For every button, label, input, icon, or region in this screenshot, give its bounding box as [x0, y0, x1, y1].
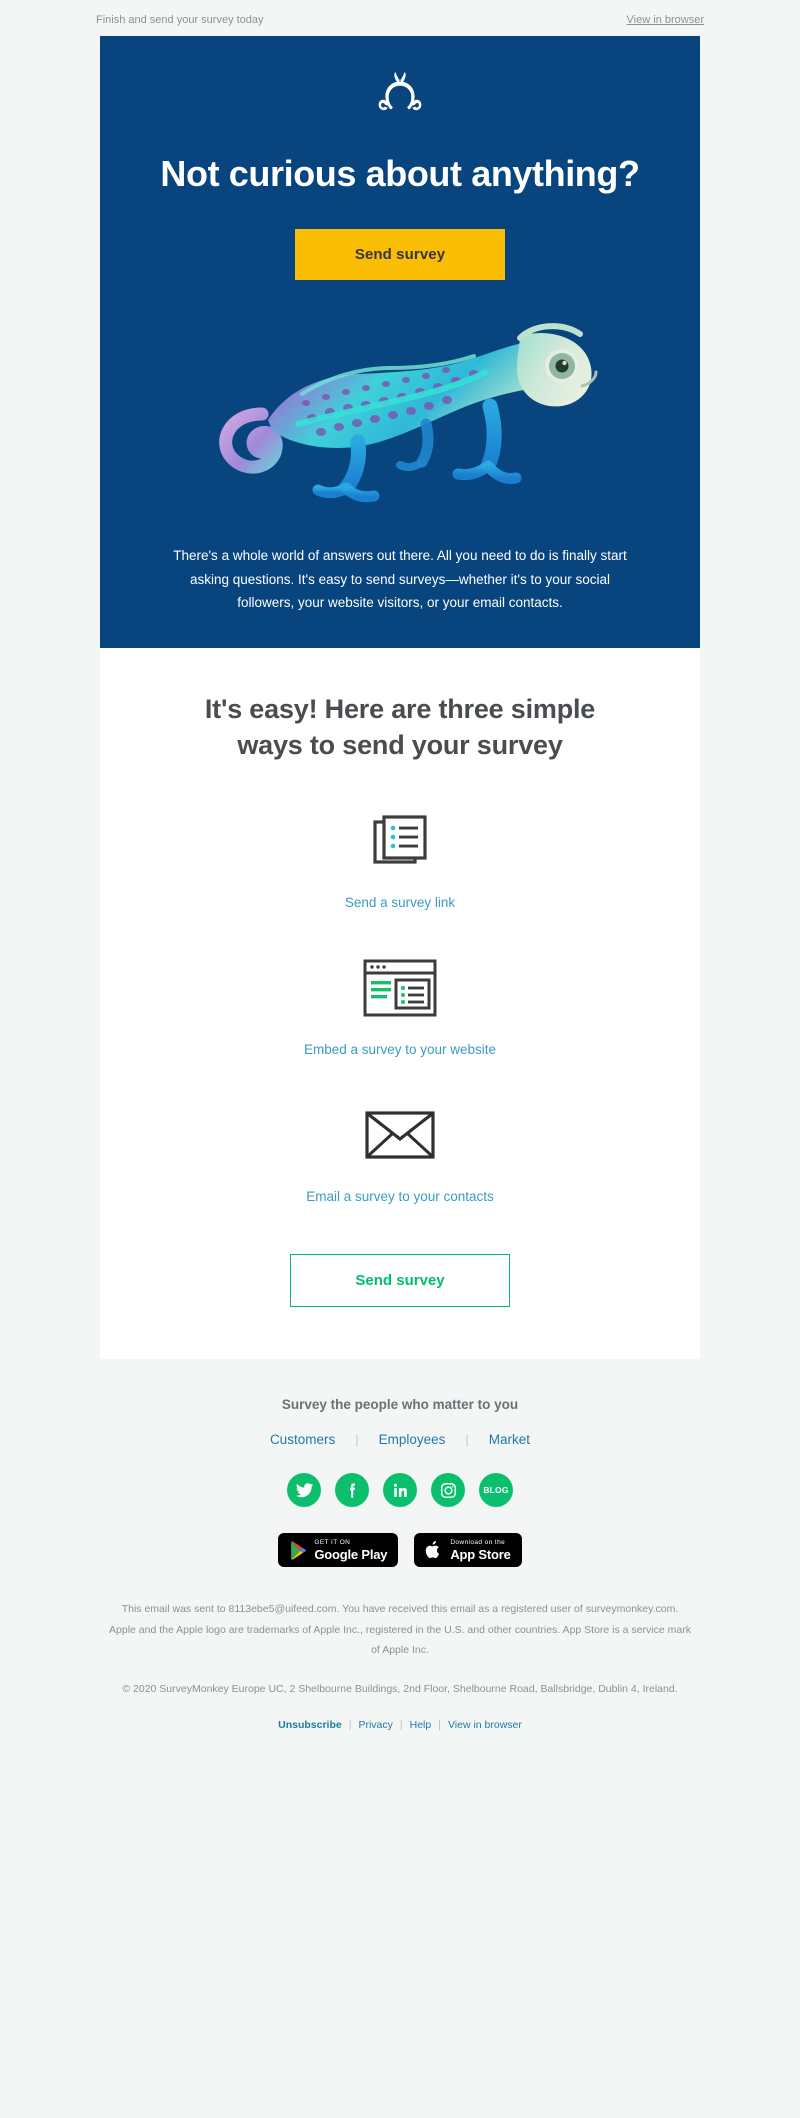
app-store-bottom: App Store: [450, 1547, 511, 1563]
view-in-browser-link[interactable]: View in browser: [627, 14, 704, 26]
legal-apple-text: Apple and the Apple logo are trademarks …: [109, 1623, 691, 1657]
main-send-survey-button[interactable]: Send survey: [290, 1254, 510, 1308]
hero-section: Not curious about anything? Send survey: [100, 36, 700, 649]
google-play-bottom: Google Play: [314, 1547, 388, 1563]
app-store-badges-row: GET IT ON Google Play Download on the Ap…: [0, 1533, 800, 1568]
blog-label: BLOG: [483, 1485, 509, 1496]
app-store-text: Download on the App Store: [450, 1538, 511, 1563]
linkedin-icon[interactable]: [383, 1473, 417, 1508]
logo-row: [100, 62, 700, 125]
google-play-icon: [291, 1541, 307, 1560]
preheader-text: Finish and send your survey today: [96, 14, 264, 26]
feature-send-link: Send a survey link: [100, 763, 700, 910]
main-cta-row: Send survey: [100, 1204, 700, 1308]
chameleon-illustration-icon: [219, 323, 598, 503]
footer-bottom-links: Unsubscribe | Privacy | Help | View in b…: [0, 1719, 800, 1731]
instagram-icon[interactable]: [431, 1473, 465, 1508]
footer-view-in-browser-link[interactable]: View in browser: [448, 1719, 522, 1731]
email-container: Not curious about anything? Send survey: [0, 36, 800, 1360]
surveymonkey-logo-icon: [372, 72, 428, 121]
google-play-badge[interactable]: GET IT ON Google Play: [278, 1533, 399, 1568]
feature-embed-website: Embed a survey to your website: [100, 910, 700, 1057]
twitter-icon[interactable]: [287, 1473, 321, 1508]
google-play-top: GET IT ON: [314, 1538, 351, 1546]
legal-text-block: This email was sent to 8113ebe5@uifeed.c…: [0, 1599, 800, 1699]
legal-recipient-text: This email was sent to 8113ebe5@uifeed.c…: [121, 1603, 679, 1616]
main-section: It's easy! Here are three simple ways to…: [100, 648, 700, 1360]
hero-send-survey-button[interactable]: Send survey: [294, 229, 506, 281]
footer-section: Survey the people who matter to you Cust…: [0, 1359, 800, 1760]
help-link[interactable]: Help: [410, 1719, 432, 1731]
bottom-link-separator: |: [438, 1719, 441, 1732]
footer-link-employees[interactable]: Employees: [359, 1432, 466, 1447]
hero-body-text: There's a whole world of answers out the…: [173, 548, 627, 610]
legal-copyright-text: © 2020 SurveyMonkey Europe UC, 2 Shelbou…: [122, 1682, 678, 1695]
main-title: It's easy! Here are three simple ways to…: [204, 694, 596, 760]
footer-link-customers[interactable]: Customers: [250, 1432, 355, 1447]
bottom-link-separator: |: [399, 1719, 403, 1732]
blog-icon[interactable]: BLOG: [479, 1473, 513, 1508]
footer-heading: Survey the people who matter to you: [281, 1397, 519, 1413]
hero-title: Not curious about anything?: [160, 153, 640, 194]
footer-link-market[interactable]: Market: [469, 1432, 550, 1447]
feature-label-email-contacts[interactable]: Email a survey to your contacts: [306, 1189, 494, 1204]
survey-link-icon: [371, 809, 429, 873]
feature-email-contacts: Email a survey to your contacts: [100, 1057, 700, 1204]
footer-audience-links: Customers | Employees | Market: [0, 1432, 800, 1447]
preheader-bar: Finish and send your survey today View i…: [0, 0, 800, 36]
chameleon-image: [100, 280, 700, 528]
feature-label-send-link[interactable]: Send a survey link: [345, 895, 455, 910]
feature-label-embed-website[interactable]: Embed a survey to your website: [304, 1042, 496, 1057]
email-body: Not curious about anything? Send survey: [100, 36, 700, 1360]
app-store-badge[interactable]: Download on the App Store: [414, 1533, 522, 1568]
hero-cta-row: Send survey: [100, 195, 700, 281]
apple-icon: [426, 1541, 440, 1559]
unsubscribe-link[interactable]: Unsubscribe: [278, 1719, 342, 1731]
email-envelope-icon: [364, 1103, 436, 1167]
app-store-top: Download on the: [450, 1538, 506, 1546]
bottom-link-separator: |: [348, 1719, 352, 1732]
embed-website-icon: [362, 956, 438, 1020]
privacy-link[interactable]: Privacy: [358, 1719, 392, 1731]
social-links-row: BLOG: [0, 1473, 800, 1508]
facebook-icon[interactable]: [335, 1473, 369, 1508]
google-play-text: GET IT ON Google Play: [314, 1538, 388, 1563]
